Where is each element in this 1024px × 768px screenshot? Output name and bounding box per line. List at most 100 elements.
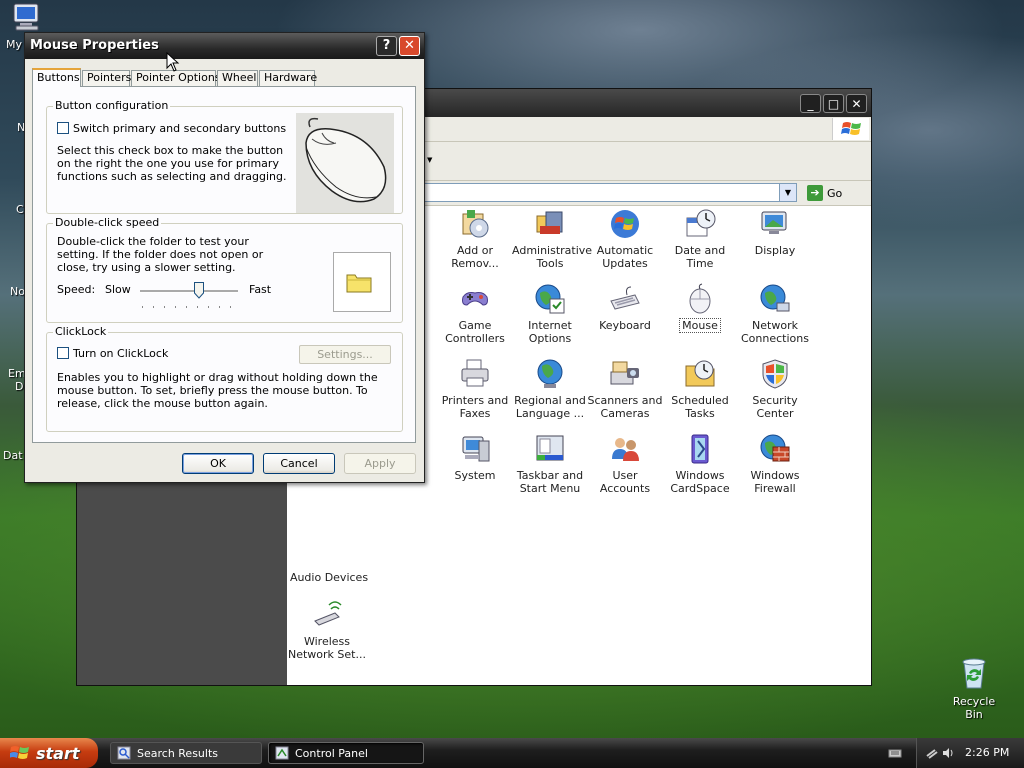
desktop-label-recycle-bin: Recycle Bin xyxy=(952,695,996,721)
printers-faxes-icon xyxy=(461,359,489,387)
speed-slider-ticks xyxy=(142,306,238,308)
mouse-illustration xyxy=(296,113,394,213)
add-remove-programs-icon xyxy=(462,210,489,238)
cp-item-date-time[interactable]: Date and Time xyxy=(662,208,738,270)
go-button[interactable]: ➔ Go xyxy=(807,183,859,203)
cp-item-security-center[interactable]: Security Center xyxy=(737,358,813,420)
ok-button[interactable]: OK xyxy=(182,453,254,474)
close-button[interactable]: ✕ xyxy=(846,94,867,113)
security-center-icon xyxy=(762,359,788,389)
desktop-label-my-computer[interactable]: My xyxy=(6,38,22,51)
close-icon: ✕ xyxy=(404,38,415,53)
tab-pointer-options[interactable]: Pointer Options xyxy=(131,70,221,86)
mouse-icon xyxy=(689,283,711,314)
cp-item-label: Scheduled Tasks xyxy=(671,394,729,420)
volume-tray-icon[interactable] xyxy=(941,746,955,760)
cp-item-label: Automatic Updates xyxy=(596,244,654,270)
cp-item-regional-language[interactable]: Regional and Language ... xyxy=(512,358,588,420)
cp-item-windows-firewall[interactable]: Windows Firewall xyxy=(737,433,813,495)
cp-item-automatic-updates[interactable]: Automatic Updates xyxy=(587,208,663,270)
cp-item-mouse[interactable]: Mouse xyxy=(662,283,738,333)
cp-item-scanners-cameras[interactable]: Scanners and Cameras xyxy=(587,358,663,420)
switch-buttons-label[interactable]: Switch primary and secondary buttons xyxy=(73,122,286,135)
switch-buttons-checkbox[interactable] xyxy=(57,122,69,134)
dialog-close-button[interactable]: ✕ xyxy=(399,36,420,56)
desktop-icon-my-computer[interactable] xyxy=(2,2,52,34)
cp-item-label: Regional and Language ... xyxy=(514,394,586,420)
cp-item-label: Scanners and Cameras xyxy=(587,394,663,420)
minimize-button[interactable]: _ xyxy=(800,94,821,113)
test-folder-area[interactable] xyxy=(333,252,391,312)
slow-label: Slow xyxy=(105,283,131,296)
keyboard-tray-icon[interactable] xyxy=(888,746,902,760)
cp-item-label: Security Center xyxy=(752,394,798,420)
system-tray: 2:26 PM xyxy=(916,738,1024,768)
desktop-label-partial[interactable]: D xyxy=(15,380,23,393)
start-button[interactable]: start xyxy=(0,738,98,768)
clicklock-settings-button[interactable]: Settings... xyxy=(299,345,391,364)
internet-options-icon xyxy=(535,284,565,314)
cp-item-wireless-network[interactable]: Wireless Network Set... xyxy=(287,599,367,661)
cp-item-network-connections[interactable]: Network Connections xyxy=(737,283,813,345)
cp-item-label: Audio Devices xyxy=(289,571,369,584)
maximize-button[interactable]: □ xyxy=(823,94,844,113)
wireless-network-icon xyxy=(314,601,342,626)
fast-label: Fast xyxy=(249,283,272,296)
dialog-titlebar[interactable]: Mouse Properties ? ✕ xyxy=(25,33,424,59)
minimize-icon: _ xyxy=(807,97,814,111)
group-title: ClickLock xyxy=(53,325,109,338)
cp-item-label: Display xyxy=(754,244,796,257)
tab-hardware[interactable]: Hardware xyxy=(259,70,317,86)
close-icon: ✕ xyxy=(851,97,862,111)
mouse-properties-dialog: Mouse Properties ? ✕ Buttons Pointers Po… xyxy=(24,32,425,483)
folder-icon xyxy=(346,274,372,293)
apply-button[interactable]: Apply xyxy=(344,453,416,474)
desktop-icon-recycle-bin[interactable]: Recycle Bin xyxy=(944,656,1004,721)
tab-pointers[interactable]: Pointers xyxy=(82,70,131,86)
cp-item-scheduled-tasks[interactable]: Scheduled Tasks xyxy=(662,358,738,420)
cp-item-label: Add or Remov... xyxy=(451,244,499,270)
cp-item-label: Printers and Faxes xyxy=(441,394,509,420)
speed-slider-track[interactable] xyxy=(140,290,238,293)
taskbar-item-search-results[interactable]: Search Results xyxy=(110,742,262,764)
cp-item-taskbar-start-menu[interactable]: Taskbar and Start Menu xyxy=(512,433,588,495)
clock[interactable]: 2:26 PM xyxy=(965,746,1009,759)
desktop-label-partial[interactable]: C xyxy=(16,203,24,216)
cp-item-label: Keyboard xyxy=(599,319,651,332)
cp-item-user-accounts[interactable]: User Accounts xyxy=(587,433,663,495)
maximize-icon: □ xyxy=(827,97,840,111)
cp-item-game-controllers[interactable]: Game Controllers xyxy=(437,283,513,345)
cp-item-label: Windows Firewall xyxy=(750,469,800,495)
cp-item-audio-devices[interactable]: Audio Devices xyxy=(289,571,369,584)
cp-item-printers-faxes[interactable]: Printers and Faxes xyxy=(437,358,513,420)
clicklock-checkbox[interactable] xyxy=(57,347,69,359)
tab-buttons[interactable]: Buttons xyxy=(32,68,81,87)
double-click-speed-group: Double-click speed Double-click the fold… xyxy=(46,216,403,323)
cp-item-internet-options[interactable]: Internet Options xyxy=(512,283,588,345)
cp-item-add-remove-programs[interactable]: Add or Remov... xyxy=(437,208,513,270)
address-dropdown-button[interactable]: ▼ xyxy=(779,184,796,201)
cp-item-label: Internet Options xyxy=(528,319,572,345)
network-tray-icon[interactable] xyxy=(925,746,939,760)
toolbar-dropdown-arrow-icon[interactable]: ▼ xyxy=(427,156,432,164)
start-label: start xyxy=(36,743,80,763)
desktop-label-partial[interactable]: No xyxy=(10,285,25,298)
group-title: Button configuration xyxy=(53,99,171,112)
user-accounts-icon xyxy=(612,438,639,461)
desktop-label-partial[interactable]: Dat xyxy=(3,449,23,462)
taskbar: start Search Results Control Panel 2:26 … xyxy=(0,738,1024,768)
cp-item-system[interactable]: System xyxy=(437,433,513,482)
cp-item-administrative-tools[interactable]: Administrative Tools xyxy=(512,208,592,270)
speed-slider-thumb[interactable] xyxy=(193,282,204,299)
cp-item-windows-cardspace[interactable]: Windows CardSpace xyxy=(662,433,738,495)
help-button[interactable]: ? xyxy=(376,36,397,56)
cp-item-display[interactable]: Display xyxy=(737,208,813,257)
taskbar-item-label: Search Results xyxy=(137,746,219,760)
mouse-cursor-icon xyxy=(166,52,180,72)
cancel-button[interactable]: Cancel xyxy=(263,453,335,474)
clicklock-label[interactable]: Turn on ClickLock xyxy=(73,347,168,360)
cp-item-label: Administrative Tools xyxy=(512,244,593,270)
taskbar-item-control-panel[interactable]: Control Panel xyxy=(268,742,424,764)
cp-item-keyboard[interactable]: Keyboard xyxy=(587,283,663,332)
tab-wheel[interactable]: Wheel xyxy=(217,70,258,86)
